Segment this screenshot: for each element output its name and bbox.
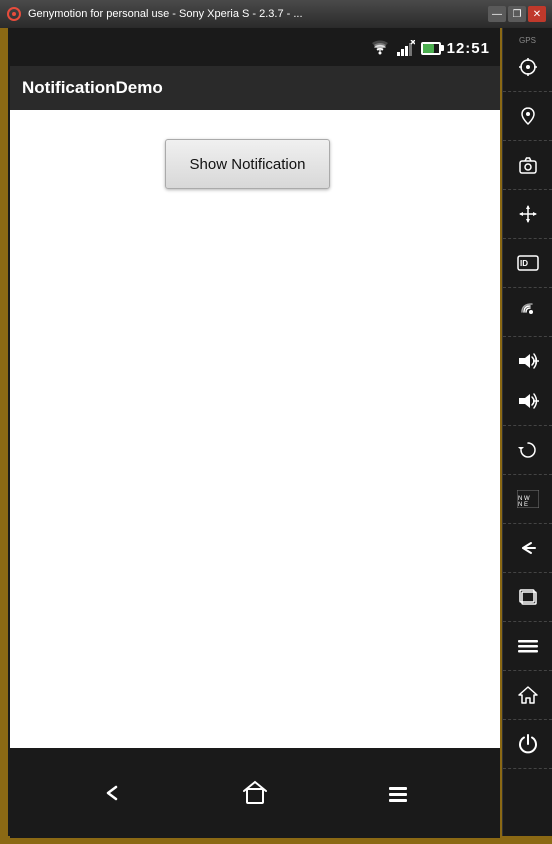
back-button[interactable] — [87, 768, 137, 818]
power-button[interactable] — [508, 726, 548, 762]
sidebar-section-nfc — [503, 288, 552, 337]
sidebar-section-location — [503, 92, 552, 141]
sidebar-section-back — [503, 524, 552, 573]
location-button[interactable] — [508, 98, 548, 134]
sidebar-section-power — [503, 720, 552, 769]
app-icon — [6, 6, 22, 22]
home-button[interactable] — [230, 768, 280, 818]
minimize-button[interactable]: — — [488, 6, 506, 22]
sidebar-section-move — [503, 190, 552, 239]
sidebar-menu-button[interactable] — [508, 628, 548, 664]
sidebar: GPS — [502, 28, 552, 836]
sidebar-home-button[interactable] — [508, 677, 548, 713]
show-notification-button[interactable]: Show Notification — [165, 139, 330, 189]
status-time: 12:51 — [447, 40, 490, 57]
app-header: NotificationDemo — [10, 66, 500, 110]
nfc-button[interactable] — [508, 294, 548, 330]
sidebar-section-camera — [503, 141, 552, 190]
close-button[interactable]: ✕ — [528, 6, 546, 22]
id-button[interactable]: ID — [508, 245, 548, 281]
sidebar-back-button[interactable] — [508, 530, 548, 566]
status-bar: 12:51 — [10, 30, 500, 66]
rotate-button[interactable] — [508, 432, 548, 468]
app-title: NotificationDemo — [22, 78, 163, 98]
restore-button[interactable]: ❐ — [508, 6, 526, 22]
sidebar-section-volume — [503, 337, 552, 426]
volume-up-button[interactable] — [508, 343, 548, 379]
scale-button[interactable]: N W N E — [508, 481, 548, 517]
signal-icon — [397, 40, 415, 56]
gps-label: GPS — [519, 36, 536, 45]
window-title: Genymotion for personal use - Sony Xperi… — [28, 8, 488, 20]
sidebar-section-recents — [503, 573, 552, 622]
wifi-icon — [369, 40, 391, 56]
window-controls: — ❐ ✕ — [488, 6, 546, 22]
volume-down-button[interactable] — [508, 383, 548, 419]
battery-icon — [421, 42, 441, 55]
recents-button[interactable] — [508, 579, 548, 615]
sidebar-section-menu — [503, 622, 552, 671]
sidebar-section-rotate — [503, 426, 552, 475]
emulator-frame: 12:51 NotificationDemo Show Notification… — [8, 28, 500, 836]
svg-text:ID: ID — [520, 259, 528, 268]
camera-button[interactable] — [508, 147, 548, 183]
phone-screen: 12:51 NotificationDemo Show Notification… — [10, 30, 500, 838]
status-icons: 12:51 — [369, 40, 490, 57]
sidebar-section-id: ID — [503, 239, 552, 288]
sidebar-section-scale: N W N E — [503, 475, 552, 524]
svg-text:N E: N E — [518, 502, 528, 508]
gps-button[interactable] — [508, 49, 548, 85]
sidebar-section-home — [503, 671, 552, 720]
move-button[interactable] — [508, 196, 548, 232]
app-content: Show Notification free for personal use — [10, 110, 500, 838]
menu-button[interactable] — [373, 768, 423, 818]
sidebar-section-gps: GPS — [503, 32, 552, 92]
phone-nav — [10, 748, 500, 838]
title-bar: Genymotion for personal use - Sony Xperi… — [0, 0, 552, 28]
